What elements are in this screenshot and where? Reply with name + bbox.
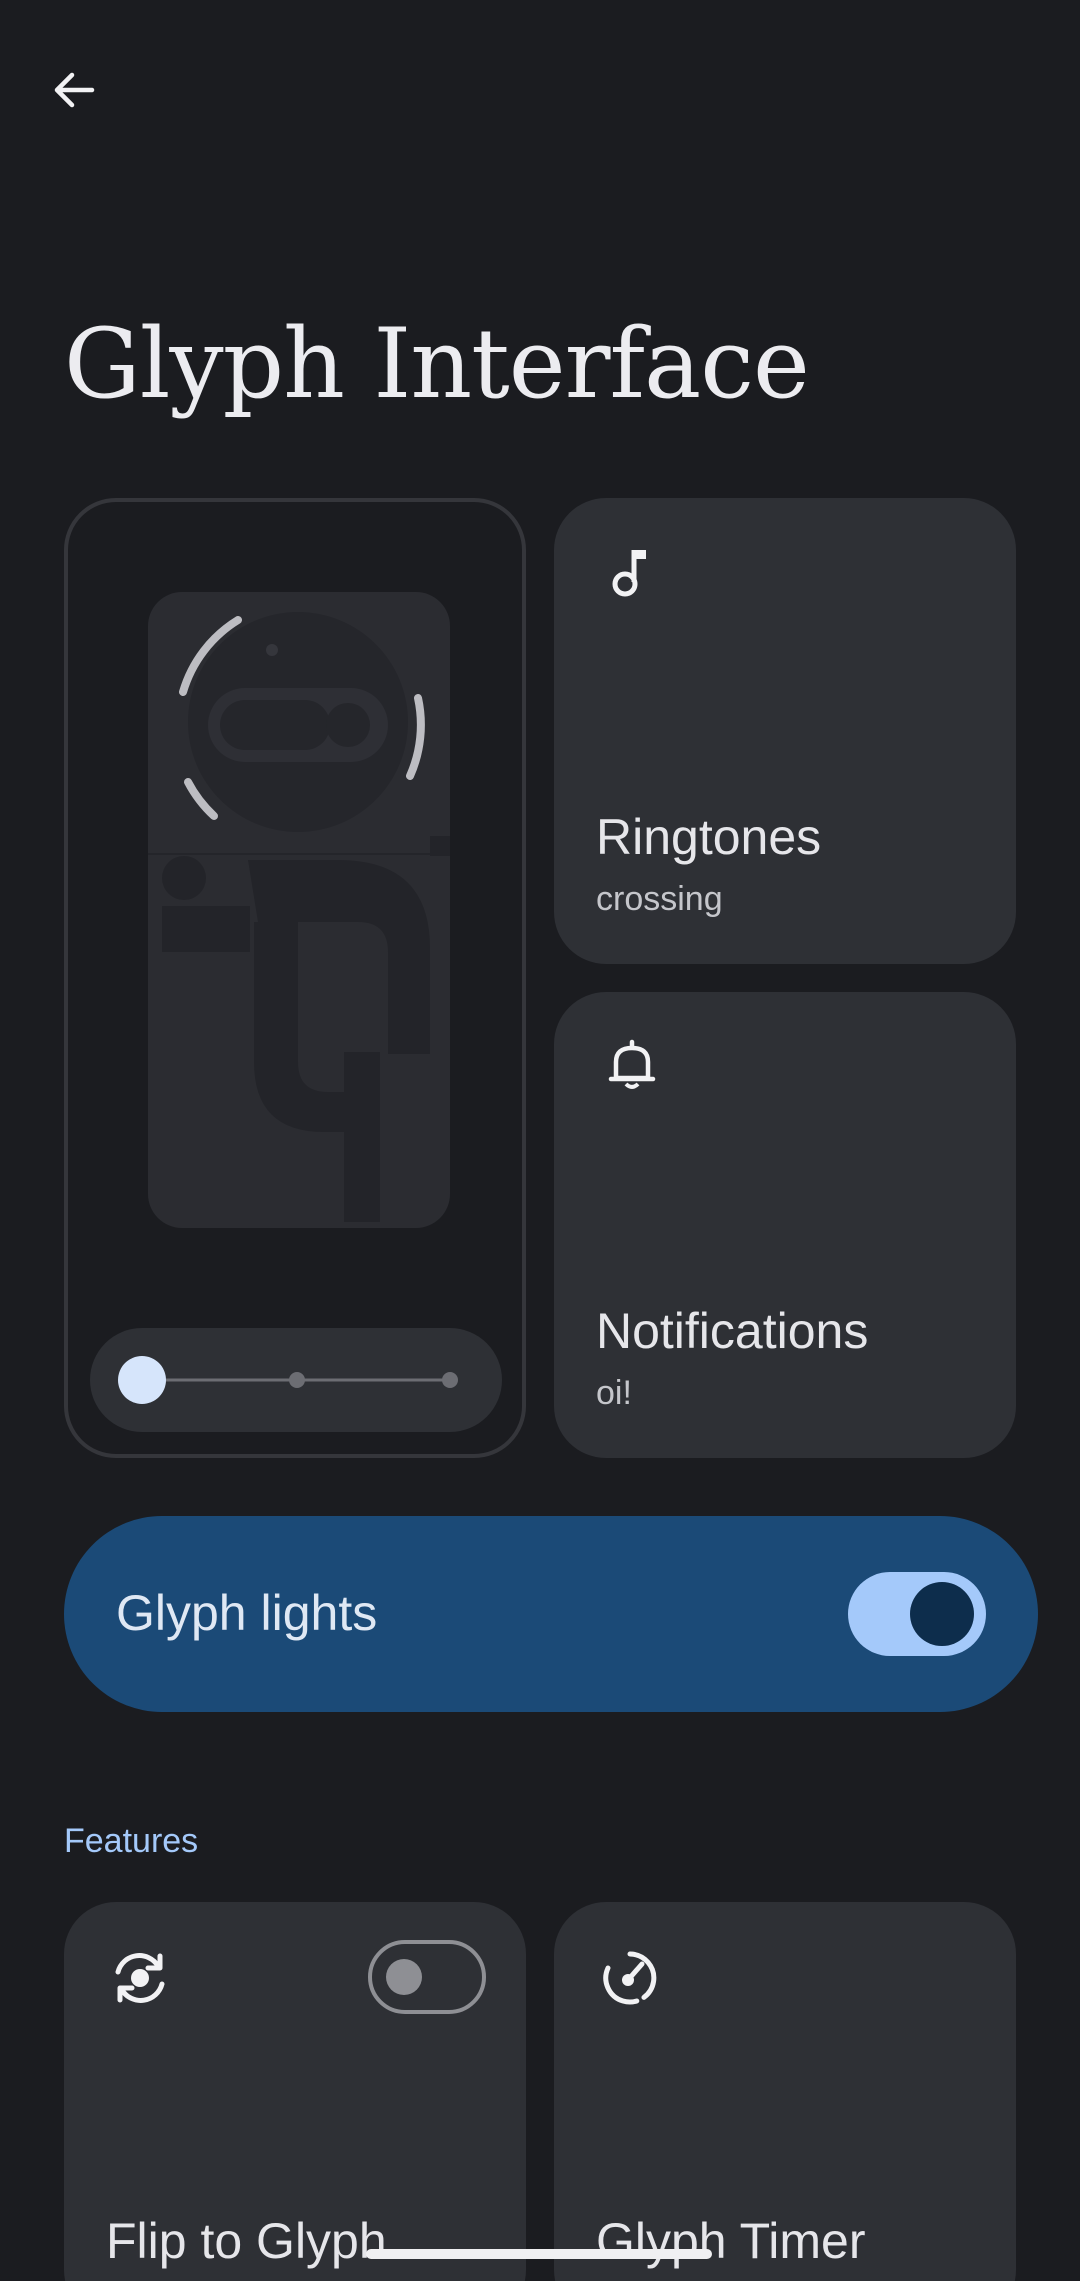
glyph-lights-row[interactable]: Glyph lights — [64, 1516, 1038, 1712]
notifications-title: Notifications — [596, 1303, 869, 1359]
ringtones-tile[interactable]: Ringtones crossing — [554, 498, 1016, 964]
glyph-preview-card — [64, 498, 526, 1458]
glyph-timer-tile[interactable]: Glyph Timer — [554, 1902, 1016, 2281]
flip-to-glyph-title: Flip to Glyph — [106, 2213, 387, 2269]
phone-back-illustration — [148, 592, 450, 1228]
notifications-tile[interactable]: Notifications oi! — [554, 992, 1016, 1458]
home-indicator[interactable] — [366, 2249, 712, 2259]
toggle-knob — [386, 1959, 422, 1995]
glyph-lights-label: Glyph lights — [116, 1585, 378, 1641]
glyph-brightness-slider[interactable] — [90, 1328, 502, 1432]
page-title: Glyph Interface — [64, 308, 810, 420]
back-button[interactable] — [36, 52, 112, 128]
ringtones-subtitle: crossing — [596, 880, 723, 918]
features-section-header: Features — [64, 1822, 199, 1860]
slider-thumb[interactable] — [118, 1356, 166, 1404]
glyph-lights-toggle[interactable] — [848, 1572, 986, 1656]
ringtones-title: Ringtones — [596, 809, 822, 865]
slider-step-dot — [289, 1372, 305, 1388]
music-note-icon — [612, 550, 646, 597]
slider-step-dot — [442, 1372, 458, 1388]
notifications-subtitle: oi! — [596, 1374, 632, 1412]
flip-to-glyph-toggle[interactable] — [368, 1940, 486, 2014]
bell-icon — [608, 1039, 656, 1089]
timer-icon — [603, 1951, 657, 2005]
flip-refresh-icon — [115, 1953, 165, 2003]
arrow-back-icon — [54, 72, 95, 108]
glyph-timer-title: Glyph Timer — [596, 2213, 866, 2269]
flip-to-glyph-tile[interactable]: Flip to Glyph — [64, 1902, 526, 2281]
toggle-knob — [910, 1582, 974, 1646]
